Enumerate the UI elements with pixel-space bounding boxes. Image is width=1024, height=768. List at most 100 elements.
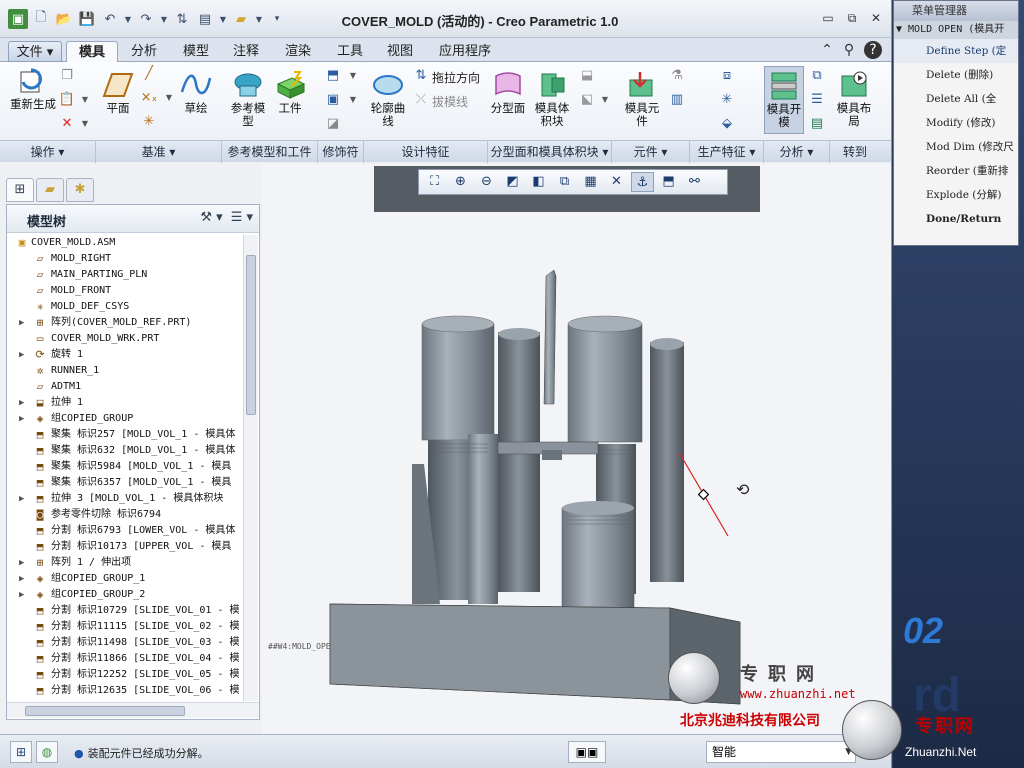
expand-arrow-icon[interactable]: ▶	[19, 347, 29, 363]
tree-item[interactable]: ⬒ 分割 标识12635 [SLIDE_VOL_06 - 模	[7, 683, 241, 699]
tree-item[interactable]: ✲ RUNNER_1	[7, 363, 241, 379]
tree-item[interactable]: ⬒ 分割 标识12252 [SLIDE_VOL_05 - 模	[7, 667, 241, 683]
vertical-scroll-thumb[interactable]	[246, 255, 256, 415]
mold-open-button[interactable]: 模具开模	[764, 66, 804, 134]
graphics-window[interactable]: ⛶ ⊕ ⊖ ◩ ◧ ⧉ ▦ ✕ ⚓ ⬒ ⚯ ##W4:MOLD_OPE ⟲	[262, 164, 892, 734]
dropdown-arrow-icon[interactable]: ▼	[159, 9, 169, 29]
dropdown-arrow-icon[interactable]: ▼	[344, 92, 362, 108]
draft-check-icon[interactable]: ⧉	[808, 68, 826, 84]
tab-mold[interactable]: 模具	[66, 41, 118, 62]
search-icon[interactable]: ⚲	[840, 41, 858, 59]
group-parting-volume[interactable]: 分型面和模具体积块 ▾	[488, 141, 612, 163]
maximize-icon[interactable]: ⧉	[842, 9, 862, 27]
delete-icon[interactable]: ✕	[58, 116, 76, 132]
tree-item[interactable]: ⬒ 分割 标识10729 [SLIDE_VOL_01 - 模	[7, 603, 241, 619]
dropdown-arrow-icon[interactable]: ▼	[76, 92, 94, 108]
tree-item[interactable]: ▶ ⊞ 阵列 1 / 伸出项	[7, 555, 241, 571]
datum-point-icon[interactable]: ×ₓ	[140, 90, 158, 106]
window-icon[interactable]: ▤	[195, 9, 215, 29]
horizontal-scrollbar[interactable]	[7, 702, 259, 718]
menu-manager-mold-open-header[interactable]: ▼ MOLD OPEN (模具开	[894, 21, 1018, 39]
minimize-icon[interactable]: ▭	[818, 9, 838, 27]
tree-item[interactable]: ▶ ⬒ 拉伸 3 [MOLD_VOL_1 - 模具体积块	[7, 491, 241, 507]
draft-icon[interactable]: ◪	[324, 116, 342, 132]
draft-line-label[interactable]: 拔模线	[432, 93, 468, 110]
runner-icon[interactable]: ✳	[718, 92, 736, 108]
tree-item[interactable]: ▱ ADTM1	[7, 379, 241, 395]
plane-button[interactable]: 平面	[100, 70, 136, 115]
reference-model-button[interactable]: 参考模型	[226, 70, 270, 128]
thickness-check-icon[interactable]: ☰	[808, 92, 826, 108]
expand-arrow-icon[interactable]: ▶	[19, 555, 29, 571]
folder-icon[interactable]: ▰	[231, 9, 251, 29]
redo-icon[interactable]: ↷	[136, 9, 156, 29]
menu-item-done-return[interactable]: Done/Return	[894, 207, 1018, 231]
tab-tools[interactable]: 工具	[326, 41, 374, 62]
dropdown-arrow-icon[interactable]: ▼	[76, 116, 94, 132]
close-icon[interactable]: ✕	[866, 9, 886, 27]
mold-opening-icon[interactable]: ▥	[668, 92, 686, 108]
group-components[interactable]: 元件 ▾	[612, 141, 690, 163]
menu-item-delete-all[interactable]: Delete All (全	[894, 87, 1018, 111]
sketch-button[interactable]: 草绘	[178, 70, 214, 115]
dropdown-arrow-icon[interactable]: ▼	[596, 92, 614, 108]
undo-icon[interactable]: ↶	[100, 9, 120, 29]
save-icon[interactable]: 💾	[77, 9, 97, 29]
tree-item[interactable]: ⬒ 分割 标识10173 [UPPER_VOL - 模具	[7, 539, 241, 555]
new-icon[interactable]: 🗋	[31, 9, 51, 29]
drag-direction-label[interactable]: 拖拉方向	[432, 69, 480, 86]
tree-item[interactable]: ✳ MOLD_DEF_CSYS	[7, 299, 241, 315]
tab-file[interactable]: 文件 ▾	[8, 41, 62, 62]
tree-show-icon[interactable]: ☰ ▾	[231, 210, 253, 225]
tree-item[interactable]: ▱ MOLD_RIGHT	[7, 251, 241, 267]
tree-item[interactable]: ▭ COVER_MOLD_WRK.PRT	[7, 331, 241, 347]
dropdown-arrow-icon[interactable]: ▼	[218, 9, 228, 29]
csys-icon[interactable]: ✳	[140, 114, 158, 130]
workpiece-button[interactable]: 工件	[272, 70, 308, 115]
menu-item-define-step[interactable]: Define Step (定	[894, 39, 1018, 63]
menu-item-mod-dim[interactable]: Mod Dim (修改尺	[894, 135, 1018, 159]
tree-item[interactable]: ⬒ 分割 标识11498 [SLIDE_VOL_03 - 模	[7, 635, 241, 651]
tree-item[interactable]: ▶ ◈ 组COPIED_GROUP_1	[7, 571, 241, 587]
menu-item-explode[interactable]: Explode (分解)	[894, 183, 1018, 207]
customize-icon[interactable]: ▾	[267, 9, 287, 29]
thicken-icon[interactable]: ▣	[324, 92, 342, 108]
tab-annotate[interactable]: 注释	[222, 41, 270, 62]
tree-item[interactable]: ⬒ 聚集 标识6357 [MOLD_VOL_1 - 模具	[7, 475, 241, 491]
tree-item[interactable]: ⬒ 聚集 标识257 [MOLD_VOL_1 - 模具体	[7, 427, 241, 443]
model-tree-tab-icon[interactable]: ⊞	[6, 178, 34, 202]
tab-render[interactable]: 渲染	[274, 41, 322, 62]
mold-layout-button[interactable]: 模具布局	[834, 70, 874, 128]
mold-volume-button[interactable]: 模具体积块	[530, 70, 574, 128]
menu-item-modify[interactable]: Modify (修改)	[894, 111, 1018, 135]
dropdown-arrow-icon[interactable]: ▼	[123, 9, 133, 29]
drag-direction-icon[interactable]: ⇅	[412, 68, 430, 84]
find-icon[interactable]: ▣▣	[568, 741, 606, 763]
tab-view[interactable]: 视图	[376, 41, 424, 62]
mold-3d-model[interactable]	[262, 164, 892, 734]
group-analysis[interactable]: 分析 ▾	[764, 141, 830, 163]
toggle-navigator-icon[interactable]: ⊞	[10, 741, 32, 763]
draft-line-icon[interactable]: ⤫	[412, 92, 430, 108]
tab-model[interactable]: 模型	[172, 41, 220, 62]
tab-analysis[interactable]: 分析	[120, 41, 168, 62]
tree-settings-icon[interactable]: ⚒ ▾	[200, 210, 222, 225]
expand-arrow-icon[interactable]: ▶	[19, 491, 29, 507]
toggle-browser-icon[interactable]: ◍	[36, 741, 58, 763]
regenerate-icon[interactable]: ⇅	[172, 9, 192, 29]
group-production-features[interactable]: 生产特征 ▾	[690, 141, 764, 163]
volume-tool-icon[interactable]: ⬕	[578, 92, 596, 108]
open-icon[interactable]: 📂	[54, 9, 74, 29]
tree-item[interactable]: ⬒ 聚集 标识5984 [MOLD_VOL_1 - 模具	[7, 459, 241, 475]
tree-item[interactable]: ▣ COVER_MOLD.ASM	[7, 235, 241, 251]
parting-surface-button[interactable]: 分型面	[490, 70, 526, 115]
menu-item-delete[interactable]: Delete (删除)	[894, 63, 1018, 87]
expand-arrow-icon[interactable]: ▶	[19, 395, 29, 411]
casting-icon[interactable]: ⚗	[668, 68, 686, 84]
dropdown-arrow-icon[interactable]: ▼	[254, 9, 264, 29]
tree-item[interactable]: ▶ ⬓ 拉伸 1	[7, 395, 241, 411]
tree-item[interactable]: ▱ MAIN_PARTING_PLN	[7, 267, 241, 283]
expand-arrow-icon[interactable]: ▶	[19, 411, 29, 427]
projected-area-icon[interactable]: ▤	[808, 116, 826, 132]
vertical-scrollbar[interactable]	[243, 235, 258, 701]
